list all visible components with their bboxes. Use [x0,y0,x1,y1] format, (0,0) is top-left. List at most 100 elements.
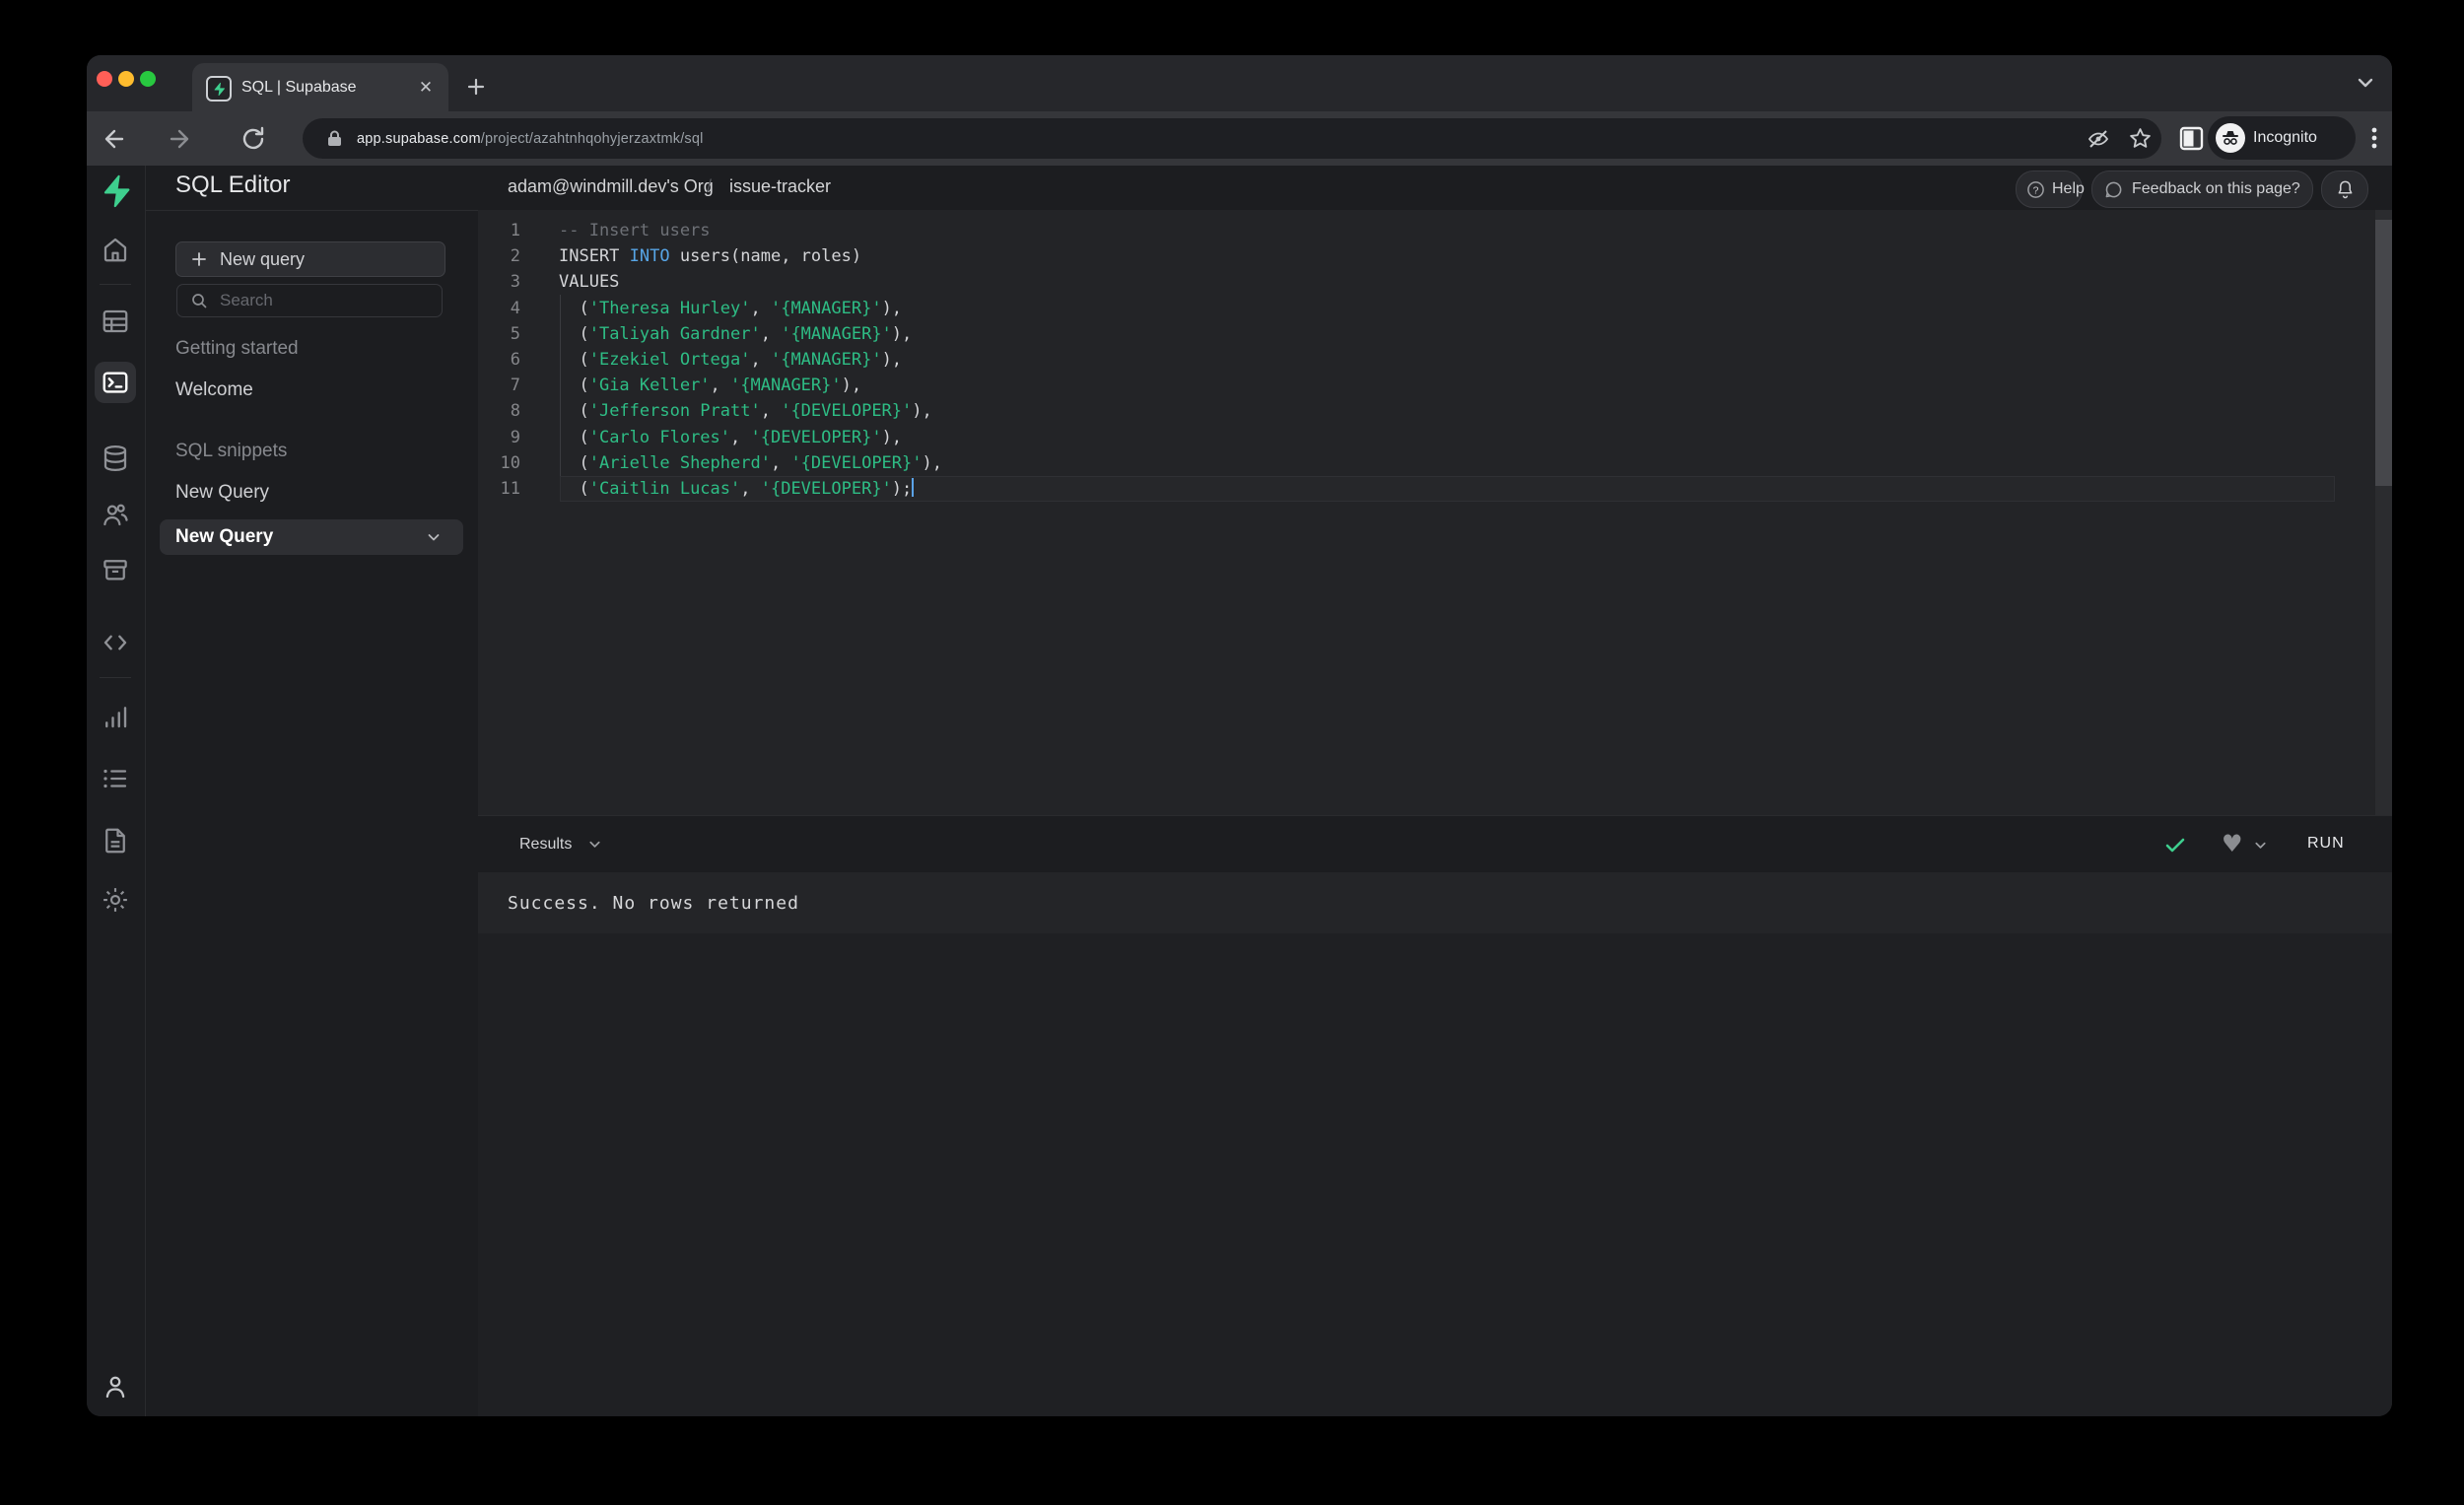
code-lines: 1 -- Insert users 2 INSERT INTO users(name,… [478,218,2351,503]
line-number: 6 [510,350,520,371]
reports-icon[interactable] [101,702,130,731]
code-text: -- Insert users [559,221,711,241]
code-text: ('Carlo Flores', '{DEVELOPER}'), [559,427,903,447]
editor-scrollbar-thumb[interactable] [2375,220,2392,486]
code-line[interactable]: 5 ('Taliyah Gardner', '{MANAGER}'), [478,321,2351,347]
new-query-button-label: New query [220,248,306,269]
new-tab-button[interactable] [461,72,491,102]
snippet-item-welcome[interactable]: Welcome [175,379,451,403]
results-chevron-icon[interactable] [587,837,602,852]
panel-title: SQL Editor [175,171,291,198]
snippet-item-new-query-active[interactable]: New Query [160,519,463,555]
code-line[interactable]: 7 ('Gia Keller', '{MANAGER}'), [478,373,2351,398]
code-line[interactable]: 4 ('Theresa Hurley', '{MANAGER}'), [478,296,2351,321]
url-bar[interactable]: app.supabase.com/project/azahtnhqohyjerz… [303,118,2161,159]
plus-icon [190,250,208,268]
code-line[interactable]: 10 ('Arielle Shepherd', '{DEVELOPER}'), [478,450,2351,476]
results-empty-area [478,933,2392,1416]
url-host: app.supabase.com [357,130,481,147]
incognito-badge: Incognito [2208,116,2356,160]
code-text: ('Caitlin Lucas', '{DEVELOPER}'); [559,478,915,500]
storage-icon[interactable] [101,555,130,584]
feedback-button[interactable]: Feedback on this page? [2091,171,2313,208]
new-query-button[interactable]: New query [175,241,445,277]
rail-divider [100,677,131,678]
breadcrumb-project[interactable]: issue-tracker [729,166,831,210]
code-text: ('Taliyah Gardner', '{MANAGER}'), [559,323,913,344]
database-icon[interactable] [101,444,130,473]
success-check-icon [2163,833,2187,856]
auth-users-icon[interactable] [101,500,130,529]
text-cursor [912,478,915,498]
line-number: 10 [500,452,520,473]
lock-icon [326,129,343,148]
browser-menu-icon[interactable] [2361,124,2388,152]
supabase-logo-icon[interactable] [101,173,132,209]
line-number: 5 [510,323,520,344]
snippet-item-new-query[interactable]: New Query [175,482,451,506]
incognito-icon [2216,123,2245,153]
line-number: 7 [510,376,520,396]
section-getting-started: Getting started [175,338,299,359]
nav-rail [87,166,146,1416]
screen: SQL | Supabase ✕ app.supabase.com/projec… [0,0,2464,1505]
code-text: ('Theresa Hurley', '{MANAGER}'), [559,298,903,318]
help-icon: ? [2026,180,2045,199]
settings-gear-icon[interactable] [101,885,130,915]
tab-title: SQL | Supabase [241,79,357,96]
code-text: ('Arielle Shepherd', '{DEVELOPER}'), [559,452,942,473]
content-header: adam@windmill.dev's Org / issue-tracker … [478,166,2392,211]
zoom-window-button[interactable] [140,71,156,87]
breadcrumb-org[interactable]: adam@windmill.dev's Org [508,166,714,210]
sql-editor-icon[interactable] [101,368,130,397]
eye-off-icon[interactable] [2087,127,2110,151]
home-icon[interactable] [101,235,130,264]
code-line[interactable]: 6 ('Ezekiel Ortega', '{MANAGER}'), [478,347,2351,373]
code-text: ('Ezekiel Ortega', '{MANAGER}'), [559,350,903,371]
table-editor-icon[interactable] [101,307,130,336]
svg-text:?: ? [2033,185,2039,196]
favorite-heart-icon[interactable]: ♥ [2222,830,2243,857]
code-line[interactable]: 3 VALUES [478,269,2351,295]
edge-functions-icon[interactable] [101,628,130,657]
forward-icon[interactable] [168,124,197,154]
line-number: 11 [500,478,520,499]
code-line[interactable]: 11 ('Caitlin Lucas', '{DEVELOPER}'); [478,475,2351,503]
browser-tab[interactable]: SQL | Supabase ✕ [192,63,448,111]
main-content: adam@windmill.dev's Org / issue-tracker … [478,166,2392,1416]
help-button[interactable]: ? Help [2016,171,2085,208]
close-window-button[interactable] [97,71,112,87]
code-line[interactable]: 8 ('Jefferson Pratt', '{DEVELOPER}'), [478,398,2351,424]
bell-icon [2336,179,2355,199]
code-editor[interactable]: 1 -- Insert users 2 INSERT INTO users(name,… [478,210,2392,815]
incognito-label: Incognito [2253,129,2317,146]
tab-search-chevron-icon[interactable] [2352,69,2379,97]
results-dropdown-label[interactable]: Results [519,836,572,854]
url-text: app.supabase.com/project/azahtnhqohyjerz… [357,131,704,147]
snippet-search[interactable] [176,284,443,317]
side-panel-icon[interactable] [2178,125,2205,152]
reload-icon[interactable] [239,124,268,154]
sql-editor-panel: SQL Editor New query Getting started Wel… [145,166,479,1416]
account-icon[interactable] [101,1372,130,1402]
breadcrumb-separator: / [707,176,713,196]
run-button[interactable]: RUN [2307,835,2345,853]
success-message: Success. No rows returned [508,892,799,914]
tab-close-icon[interactable]: ✕ [416,78,436,98]
api-docs-icon[interactable] [101,826,130,855]
notifications-button[interactable] [2321,171,2368,208]
bookmark-star-icon[interactable] [2128,126,2153,151]
line-number: 2 [510,246,520,267]
feedback-button-label: Feedback on this page? [2132,180,2300,197]
search-input[interactable] [218,290,419,311]
code-line[interactable]: 9 ('Carlo Flores', '{DEVELOPER}'), [478,425,2351,450]
panel-header: SQL Editor [145,166,478,211]
code-line[interactable]: 2 INSERT INTO users(name, roles) [478,243,2351,269]
chevron-down-icon[interactable] [426,529,442,545]
minimize-window-button[interactable] [118,71,134,87]
tab-strip: SQL | Supabase ✕ [87,55,2392,111]
code-line[interactable]: 1 -- Insert users [478,218,2351,243]
run-options-chevron-icon[interactable] [2253,838,2268,853]
logs-icon[interactable] [101,764,130,793]
back-icon[interactable] [97,124,126,154]
